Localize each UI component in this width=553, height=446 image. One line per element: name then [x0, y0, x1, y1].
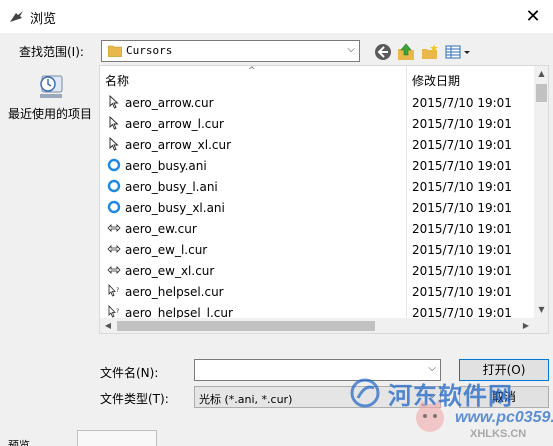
- scroll-corner: [534, 318, 548, 333]
- file-date: 2015/7/10 19:01: [412, 201, 512, 215]
- file-date: 2015/7/10 19:01: [412, 285, 512, 299]
- filetype-label: 文件类型(T):: [100, 392, 169, 406]
- vertical-scroll-thumb[interactable]: [536, 84, 547, 102]
- busy-ring-icon: [107, 158, 121, 172]
- chevron-down-icon: ⌵: [347, 44, 355, 55]
- ew-resize-icon: [107, 263, 121, 277]
- close-button[interactable]: ✕: [513, 0, 553, 33]
- arrow-cursor-icon: [107, 115, 121, 130]
- file-name: aero_busy.ani: [125, 159, 207, 173]
- horizontal-scroll-thumb[interactable]: [117, 321, 375, 331]
- lookin-combo[interactable]: Cursors ⌵: [101, 40, 360, 62]
- horizontal-scrollbar[interactable]: ◀ ▶: [100, 318, 534, 333]
- file-date: 2015/7/10 19:01: [412, 180, 512, 194]
- file-date: 2015/7/10 19:01: [412, 243, 512, 257]
- recent-items-label[interactable]: 最近使用的项目: [8, 105, 92, 122]
- scroll-right-icon[interactable]: ▶: [518, 318, 534, 333]
- app-cursor-icon: [10, 11, 23, 22]
- column-date-header[interactable]: 修改日期: [412, 72, 460, 89]
- list-item[interactable]: aero_arrow_xl.cur 2015/7/10 19:01: [100, 134, 534, 155]
- scroll-left-icon[interactable]: ◀: [100, 318, 116, 333]
- up-folder-icon[interactable]: [396, 42, 416, 62]
- svg-text:?: ?: [116, 308, 119, 315]
- watermark-url: www.pc0359.cn: [455, 409, 553, 426]
- column-header: 名称 ^ 修改日期: [100, 66, 534, 90]
- file-date: 2015/7/10 19:01: [412, 159, 512, 173]
- preview-box: [77, 430, 157, 446]
- file-name: aero_busy_xl.ani: [125, 201, 225, 215]
- scroll-down-icon[interactable]: ▼: [534, 302, 548, 318]
- new-folder-icon[interactable]: [420, 42, 440, 62]
- file-date: 2015/7/10 19:01: [412, 264, 512, 278]
- file-name: aero_ew_xl.cur: [125, 264, 215, 278]
- file-date: 2015/7/10 19:01: [412, 138, 512, 152]
- list-item[interactable]: aero_arrow_l.cur 2015/7/10 19:01: [100, 113, 534, 134]
- busy-ring-icon: [107, 179, 121, 193]
- file-rows: aero_arrow.cur 2015/7/10 19:01 aero_arrow_…: [100, 92, 534, 333]
- file-name: aero_arrow_l.cur: [125, 117, 224, 131]
- window-title: 浏览: [30, 12, 57, 27]
- filetype-value: 光标 (*.ani, *.cur): [199, 393, 293, 406]
- help-cursor-icon: ?: [107, 283, 121, 298]
- svg-text:?: ?: [116, 287, 119, 294]
- arrow-cursor-icon: [107, 94, 121, 109]
- file-name: aero_busy_l.ani: [125, 180, 218, 194]
- list-item[interactable]: aero_ew.cur 2015/7/10 19:01: [100, 218, 534, 239]
- list-item[interactable]: ? aero_helpsel.cur 2015/7/10 19:01: [100, 281, 534, 302]
- sort-ascending-icon: ^: [248, 66, 256, 76]
- lookin-label: 查找范围(I):: [19, 45, 84, 59]
- recent-items-icon[interactable]: [36, 72, 66, 102]
- file-name: aero_ew_l.cur: [125, 243, 208, 257]
- watermark-url-secondary: XHLKS.CN: [470, 428, 527, 440]
- watermark-mascot-icon: [416, 400, 444, 432]
- file-date: 2015/7/10 19:01: [412, 117, 512, 131]
- file-name: aero_arrow_xl.cur: [125, 138, 232, 152]
- back-icon[interactable]: [373, 42, 393, 62]
- chevron-down-icon[interactable]: ⌵: [428, 363, 436, 374]
- list-item[interactable]: aero_ew_l.cur 2015/7/10 19:01: [100, 239, 534, 260]
- scroll-up-icon[interactable]: ▲: [534, 66, 548, 82]
- list-item[interactable]: aero_busy.ani 2015/7/10 19:01: [100, 155, 534, 176]
- list-item[interactable]: aero_busy_l.ani 2015/7/10 19:01: [100, 176, 534, 197]
- watermark-logo-icon: [350, 378, 380, 408]
- file-list[interactable]: 名称 ^ 修改日期 aero_arrow.cur 2015/7/10 19:01 a…: [99, 65, 549, 334]
- preview-label: 预览: [8, 439, 30, 446]
- file-date: 2015/7/10 19:01: [412, 222, 512, 236]
- column-name-header[interactable]: 名称: [105, 72, 129, 89]
- arrow-cursor-icon: [107, 136, 121, 151]
- busy-ring-icon: [107, 200, 121, 214]
- vertical-scrollbar[interactable]: ▲ ▼: [534, 66, 548, 318]
- watermark-site-name: 河东软件网: [388, 381, 513, 410]
- file-date: 2015/7/10 19:01: [412, 96, 512, 110]
- filename-label: 文件名(N):: [100, 366, 159, 380]
- close-icon: ✕: [525, 6, 541, 27]
- help-cursor-icon: ?: [107, 304, 121, 319]
- views-menu-icon[interactable]: [444, 42, 472, 62]
- lookin-value: Cursors: [126, 44, 173, 57]
- ew-resize-icon: [107, 221, 121, 235]
- file-name: aero_ew.cur: [125, 222, 197, 236]
- file-name: aero_arrow.cur: [125, 96, 214, 110]
- title-bar: 浏览 ✕: [0, 0, 553, 33]
- list-item[interactable]: aero_ew_xl.cur 2015/7/10 19:01: [100, 260, 534, 281]
- list-item[interactable]: aero_busy_xl.ani 2015/7/10 19:01: [100, 197, 534, 218]
- file-name: aero_helpsel.cur: [125, 285, 224, 299]
- list-item[interactable]: aero_arrow.cur 2015/7/10 19:01: [100, 92, 534, 113]
- ew-resize-icon: [107, 242, 121, 256]
- folder-icon: [108, 45, 122, 57]
